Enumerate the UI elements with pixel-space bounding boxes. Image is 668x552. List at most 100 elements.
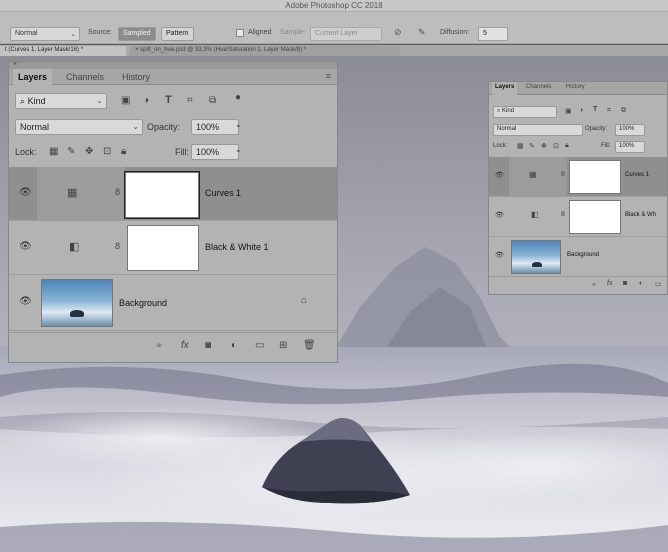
link-chain-icon[interactable]: 8 bbox=[115, 187, 120, 197]
new-layer-icon[interactable]: ⊞ bbox=[279, 340, 287, 351]
layer-row-black-white[interactable]: 👁︎ ◧ 8 Black & White 1 bbox=[9, 221, 337, 275]
small-filter-type-icon[interactable]: T bbox=[593, 106, 597, 113]
small-blend-mode-dropdown[interactable]: Normal bbox=[493, 124, 583, 136]
small-mask-thumbnail[interactable] bbox=[569, 160, 621, 194]
link-chain-icon[interactable]: 8 bbox=[115, 241, 120, 251]
group-folder-icon[interactable]: ▭ bbox=[255, 340, 264, 351]
small-layer-name[interactable]: Curves 1 bbox=[625, 172, 649, 178]
black-white-adjustment-icon: ◧ bbox=[69, 241, 80, 253]
small-mask-thumbnail[interactable] bbox=[569, 200, 621, 234]
filter-shape-icon[interactable]: ⌗ bbox=[187, 95, 193, 106]
small-background-thumbnail[interactable] bbox=[511, 240, 561, 274]
layer-name[interactable]: Curves 1 bbox=[205, 188, 241, 198]
layer-thumb-area bbox=[37, 167, 125, 221]
adjustment-layer-icon[interactable]: ◐ bbox=[231, 340, 237, 351]
diffusion-input[interactable]: 5 bbox=[478, 27, 508, 41]
small-opacity-input[interactable]: 100% bbox=[615, 124, 645, 136]
close-icon[interactable]: × bbox=[13, 61, 17, 68]
opacity-chevron-icon[interactable]: ⌄ bbox=[235, 120, 242, 129]
panel-footer: ⚭ fx ◙ ◐ ▭ ⊞ 🗑︎ bbox=[9, 332, 337, 362]
fx-icon[interactable]: fx bbox=[181, 340, 189, 351]
small-lock-position-icon[interactable]: ✥ bbox=[541, 142, 547, 150]
tab-channels[interactable]: Channels bbox=[61, 69, 109, 85]
filter-type-icon[interactable]: T bbox=[165, 94, 172, 106]
small-fill-input[interactable]: 100% bbox=[615, 141, 645, 153]
small-lock-all-icon[interactable]: 🔒︎ bbox=[565, 142, 569, 150]
document-tab-split-on-hue[interactable]: × split_on_hue.psd @ 33.3% (Hue/Saturati… bbox=[130, 46, 400, 56]
ignore-adjustment-icon[interactable]: ⊘ bbox=[394, 27, 402, 38]
small-link-chain-icon[interactable]: 8 bbox=[561, 171, 565, 178]
small-layer-row-curves[interactable]: 👁︎ ▦ 8 Curves 1 bbox=[489, 157, 667, 197]
aligned-checkbox[interactable] bbox=[236, 29, 244, 37]
small-fx-icon[interactable]: fx bbox=[607, 280, 612, 287]
filter-kind-dropdown[interactable]: ⌕ Kind ⌄ bbox=[15, 93, 107, 109]
tab-layers[interactable]: Layers bbox=[13, 69, 53, 85]
filter-pixel-icon[interactable]: ▣ bbox=[121, 95, 130, 106]
layer-row-background[interactable]: 👁︎ Background ⌂ bbox=[9, 275, 337, 331]
small-link-layers-icon[interactable]: ⚭ bbox=[591, 281, 597, 289]
small-visibility-eye-icon[interactable]: 👁︎ bbox=[495, 251, 504, 259]
visibility-eye-icon[interactable]: 👁︎ bbox=[19, 187, 32, 198]
layer-name[interactable]: Black & White 1 bbox=[205, 242, 269, 252]
small-tab-history[interactable]: History bbox=[563, 82, 588, 92]
photoshop-window: Adobe Photoshop CC 2018 Normal ⌄ Source:… bbox=[0, 0, 668, 552]
opacity-label: Opacity: bbox=[147, 122, 181, 132]
layer-name[interactable]: Background bbox=[119, 298, 167, 308]
lock-artboard-icon[interactable]: ⊡ bbox=[103, 146, 111, 157]
lock-all-icon[interactable]: 🔒︎ bbox=[121, 146, 126, 157]
small-filter-kind-dropdown[interactable]: ⌕ Kind bbox=[493, 106, 557, 118]
small-thumbnail-rock bbox=[532, 262, 542, 267]
panel-menu-icon[interactable]: ≡ bbox=[326, 71, 331, 81]
layer-mask-thumbnail[interactable] bbox=[127, 225, 199, 271]
small-lock-image-icon[interactable]: ✎ bbox=[529, 142, 535, 150]
small-link-chain-icon[interactable]: 8 bbox=[561, 211, 565, 218]
small-tab-layers[interactable]: Layers bbox=[492, 82, 518, 95]
add-mask-icon[interactable]: ◙ bbox=[205, 340, 211, 351]
visibility-eye-icon[interactable]: 👁︎ bbox=[19, 241, 32, 252]
small-group-icon[interactable]: ▭ bbox=[655, 280, 662, 288]
small-filter-pixel-icon[interactable]: ▣ bbox=[565, 107, 572, 115]
sample-label: Sample: bbox=[280, 29, 306, 36]
tab-history[interactable]: History bbox=[117, 69, 155, 85]
small-tab-channels[interactable]: Channels bbox=[523, 82, 554, 92]
lock-transparent-icon[interactable]: ▦ bbox=[49, 146, 58, 157]
pressure-icon[interactable]: ✎ bbox=[418, 27, 426, 38]
small-filter-shape-icon[interactable]: ⌗ bbox=[607, 107, 611, 115]
layer-row-curves[interactable]: 👁︎ ▦ 8 Curves 1 bbox=[9, 167, 337, 221]
small-opacity-value: 100% bbox=[619, 126, 635, 132]
small-filter-smart-icon[interactable]: ⧉ bbox=[621, 107, 626, 115]
small-lock-transparent-icon[interactable]: ▦ bbox=[517, 142, 524, 150]
filter-smart-object-icon[interactable]: ⧉ bbox=[209, 95, 216, 106]
link-layers-icon[interactable]: ⚭ bbox=[155, 341, 163, 352]
source-sampled-button[interactable]: Sampled bbox=[118, 27, 156, 41]
small-layer-name[interactable]: Background bbox=[567, 252, 599, 258]
small-layer-row-background[interactable]: 👁︎ Background bbox=[489, 237, 667, 277]
opacity-input[interactable]: 100% bbox=[191, 119, 239, 135]
blend-mode-dropdown[interactable]: Normal ⌄ bbox=[15, 119, 143, 135]
source-pattern-button[interactable]: Pattern bbox=[161, 27, 194, 41]
small-visibility-eye-icon[interactable]: 👁︎ bbox=[495, 171, 504, 179]
small-layer-row-black-white[interactable]: 👁︎ ◧ 8 Black & Wh bbox=[489, 197, 667, 237]
document-tab-active[interactable]: t (Curves 1, Layer Mask/16) * bbox=[0, 46, 126, 56]
background-thumbnail[interactable] bbox=[41, 279, 113, 327]
fill-chevron-icon[interactable]: ⌄ bbox=[235, 145, 242, 154]
window-title: Adobe Photoshop CC 2018 bbox=[285, 1, 383, 10]
fill-input[interactable]: 100% bbox=[191, 144, 239, 160]
small-visibility-eye-icon[interactable]: 👁︎ bbox=[495, 211, 504, 219]
mode-dropdown[interactable]: Normal ⌄ bbox=[10, 27, 80, 41]
small-add-mask-icon[interactable]: ◙ bbox=[623, 280, 627, 287]
trash-icon[interactable]: 🗑︎ bbox=[303, 340, 316, 351]
sample-dropdown[interactable]: Current Layer bbox=[310, 27, 382, 41]
lock-position-icon[interactable]: ✥ bbox=[85, 146, 93, 157]
visibility-eye-icon[interactable]: 👁︎ bbox=[19, 296, 32, 307]
small-filter-adjustment-icon[interactable]: ◑ bbox=[579, 107, 583, 114]
filter-toggle-icon[interactable]: ● bbox=[235, 92, 241, 103]
small-adjustment-icon[interactable]: ◐ bbox=[639, 280, 643, 287]
diffusion-label: Diffusion: bbox=[440, 29, 470, 36]
small-lock-artboard-icon[interactable]: ⊡ bbox=[553, 142, 559, 150]
lock-image-icon[interactable]: ✎ bbox=[67, 146, 75, 157]
panel-tabs: Layers Channels History ≡ bbox=[9, 69, 337, 85]
filter-adjustment-icon[interactable]: ◑ bbox=[143, 95, 149, 106]
small-layer-name[interactable]: Black & Wh bbox=[625, 212, 656, 218]
layer-mask-thumbnail[interactable] bbox=[124, 171, 200, 219]
